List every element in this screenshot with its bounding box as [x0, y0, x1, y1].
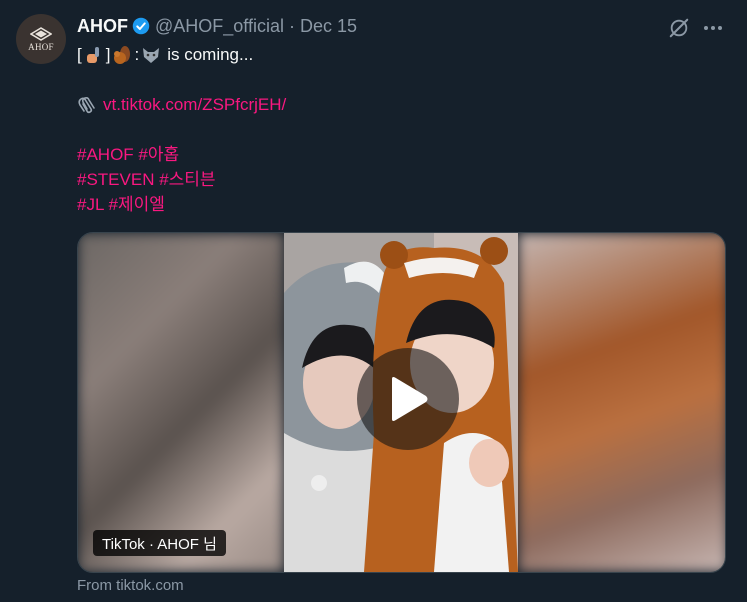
tweet-header: AHOF @AHOF_official · Dec 15: [77, 15, 357, 37]
verified-badge-icon: [132, 17, 150, 35]
hashtags-line-3[interactable]: #JL #제이엘: [77, 194, 165, 216]
tweet-text-tail: is coming...: [167, 45, 254, 64]
hashtags-line-1[interactable]: #AHOF #아홉: [77, 144, 179, 166]
tweet-link-line: vt.tiktok.com/ZSPfcrjEH/: [77, 94, 286, 116]
wolf-emoji: [141, 45, 161, 65]
blurred-background-right: [518, 233, 725, 572]
tweet-date[interactable]: Dec 15: [300, 16, 357, 37]
microphone-emoji: [84, 45, 104, 65]
separator-dot: ·: [288, 15, 295, 36]
tiktok-link[interactable]: vt.tiktok.com/ZSPfcrjEH/: [103, 94, 286, 116]
hashtags-line-2[interactable]: #STEVEN #스티븐: [77, 169, 216, 191]
more-icon[interactable]: [700, 17, 726, 39]
avatar-logo-text: AHOF: [28, 41, 54, 52]
tweet-text-line1: [ ] : is coming...: [77, 44, 253, 66]
blurred-background-left: [78, 233, 284, 572]
avatar[interactable]: AHOF: [16, 14, 66, 64]
play-icon: [392, 377, 428, 421]
grok-icon[interactable]: [668, 17, 690, 39]
chipmunk-emoji: [112, 45, 132, 65]
media-source-badge: TikTok · AHOF 님: [93, 530, 226, 556]
ahof-logo-icon: [30, 26, 52, 41]
colon: :: [134, 45, 140, 64]
author-name[interactable]: AHOF: [77, 16, 128, 37]
author-handle[interactable]: @AHOF_official: [155, 16, 284, 37]
open-bracket: [: [77, 45, 82, 64]
close-bracket: ]: [105, 45, 111, 64]
paperclip-icon: [77, 95, 97, 115]
play-button[interactable]: [357, 348, 459, 450]
source-label[interactable]: From tiktok.com: [77, 577, 184, 594]
media-card[interactable]: TikTok · AHOF 님: [77, 232, 726, 573]
